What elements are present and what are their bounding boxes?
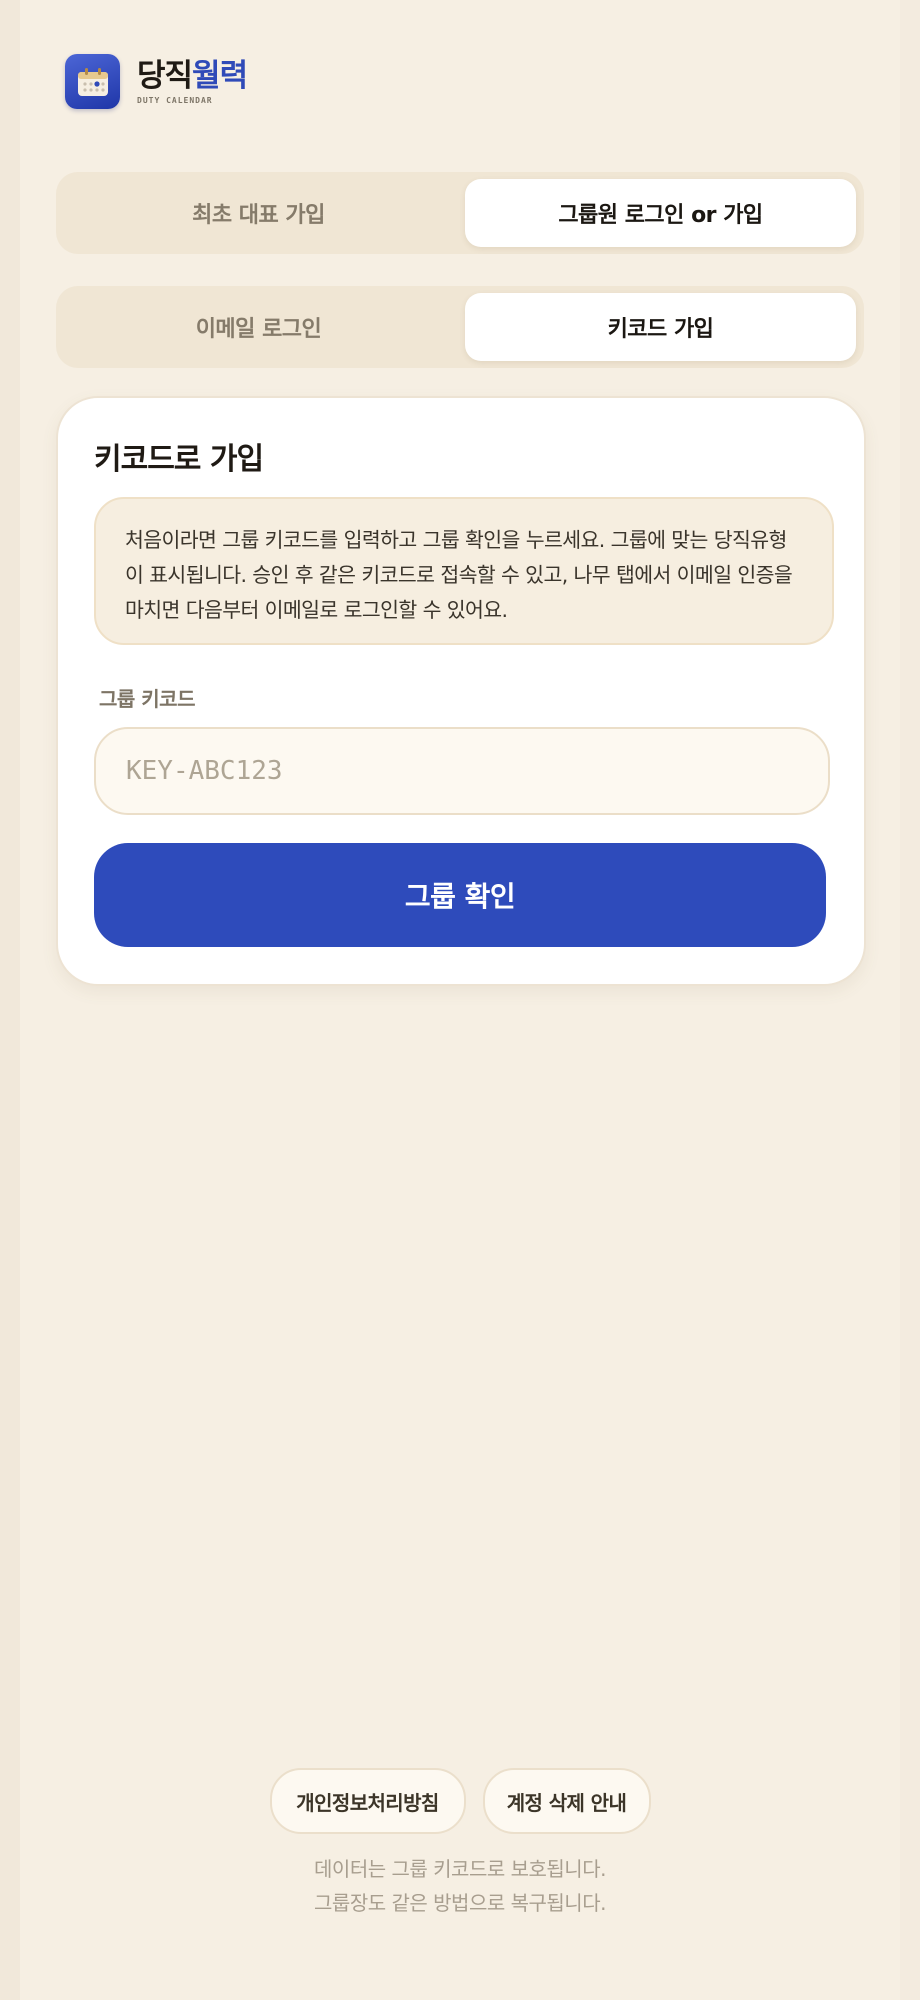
card-title: 키코드로 가입 [94, 442, 264, 477]
privacy-policy-link[interactable]: 개인정보처리방침 [269, 1768, 466, 1834]
page-edge-right [900, 0, 920, 2000]
tab-member-login-signup[interactable]: 그룹원 로그인 or 가입 [465, 179, 856, 247]
method-tab-bar: 이메일 로그인 키코드 가입 [56, 286, 864, 368]
account-deletion-link[interactable]: 계정 삭제 안내 [482, 1768, 651, 1834]
tab-email-login[interactable]: 이메일 로그인 [63, 293, 454, 361]
calendar-icon [65, 54, 120, 109]
app-subtitle: DUTY CALENDAR [137, 95, 213, 105]
tab-first-admin-signup[interactable]: 최초 대표 가입 [63, 179, 454, 247]
footer-note-line-1: 데이터는 그룹 키코드로 보호됩니다. [314, 1857, 606, 1881]
tab-keycode-signup[interactable]: 키코드 가입 [465, 293, 856, 361]
role-tab-bar: 최초 대표 가입 그룹원 로그인 or 가입 [56, 172, 864, 254]
app-title-main: 당직 [137, 57, 193, 94]
footer-note-line-2: 그룹장도 같은 방법으로 복구됩니다. [314, 1891, 606, 1915]
footer-note: 데이터는 그룹 키코드로 보호됩니다. 그룹장도 같은 방법으로 복구됩니다. [0, 1852, 920, 1920]
group-keycode-input[interactable] [94, 727, 830, 815]
info-box: 처음이라면 그룹 키코드를 입력하고 그룹 확인을 누르세요. 그룹에 맞는 당… [94, 497, 834, 645]
footer-links: 개인정보처리방침 계정 삭제 안내 [0, 1768, 920, 1834]
app-title: 당직월력 [137, 57, 248, 94]
app-title-accent: 월력 [192, 57, 248, 94]
page-edge-left [0, 0, 20, 2000]
group-confirm-button[interactable]: 그룹 확인 [94, 843, 826, 947]
keycode-signup-card: 키코드로 가입 처음이라면 그룹 키코드를 입력하고 그룹 확인을 누르세요. … [56, 396, 866, 986]
group-keycode-label: 그룹 키코드 [99, 687, 195, 711]
brand: 당직월력 DUTY CALENDAR [137, 57, 248, 105]
app-header: 당직월력 DUTY CALENDAR [65, 54, 248, 109]
